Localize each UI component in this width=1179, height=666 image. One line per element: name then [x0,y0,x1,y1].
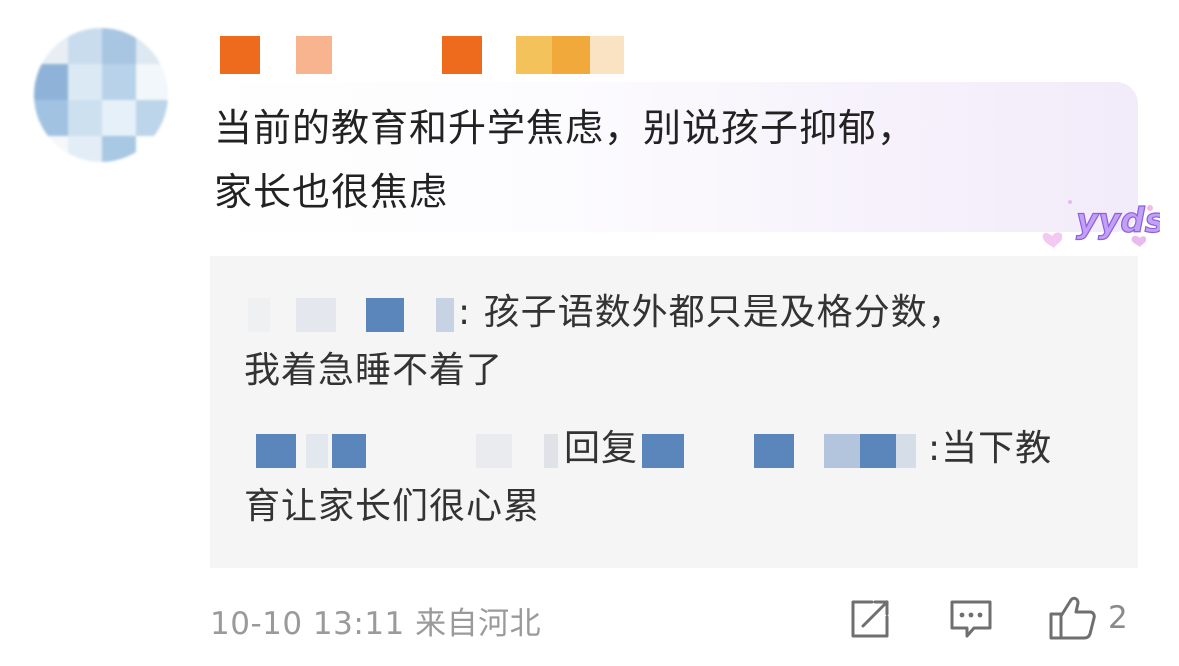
like-button[interactable]: 2 [1048,594,1144,642]
timestamp: 10-10 13:11 来自河北 [210,606,542,642]
reply-target[interactable] [638,430,928,470]
reply-text-line-2: 我着急睡不着了 [244,350,504,391]
reply-item[interactable]: : 孩子语数外都只是及格分数， 我着急睡不着了 [244,284,1104,400]
yyds-sticker-icon: yyds [1042,200,1160,248]
reply-author[interactable] [244,430,564,470]
censor-block [296,36,332,74]
reply-text-line-1: 孩子语数外都只是及格分数， [471,292,965,333]
reply-item[interactable]: 回复:当下教育让家长们很心累 [244,420,1104,536]
censor-block [220,36,260,74]
censor-block [552,36,590,74]
censor-block [516,36,552,74]
reply-author[interactable] [244,294,458,334]
share-icon [851,600,889,638]
reply-separator: : [458,292,472,333]
reply-separator: : [928,428,942,469]
censor-block [442,36,482,74]
thumbs-up-icon [1049,596,1096,640]
reply-text-line-2: 育让家长们很心累 [244,486,541,527]
username[interactable] [214,36,654,76]
comment-line-1: 当前的教育和升学焦虑，别说孩子抑郁， [214,106,917,150]
reply-text-line-1: 当下教 [941,428,1053,469]
avatar[interactable] [34,28,168,162]
comment-button[interactable] [948,598,994,640]
like-count: 2 [1108,600,1128,636]
comment-text: 当前的教育和升学焦虑，别说孩子抑郁， 家长也很焦虑 [214,96,1114,224]
censor-block [590,36,624,74]
reply-word: 回复 [564,428,639,469]
comment-icon [950,600,992,638]
comment-line-2: 家长也很焦虑 [214,170,449,214]
share-button[interactable] [846,598,892,640]
